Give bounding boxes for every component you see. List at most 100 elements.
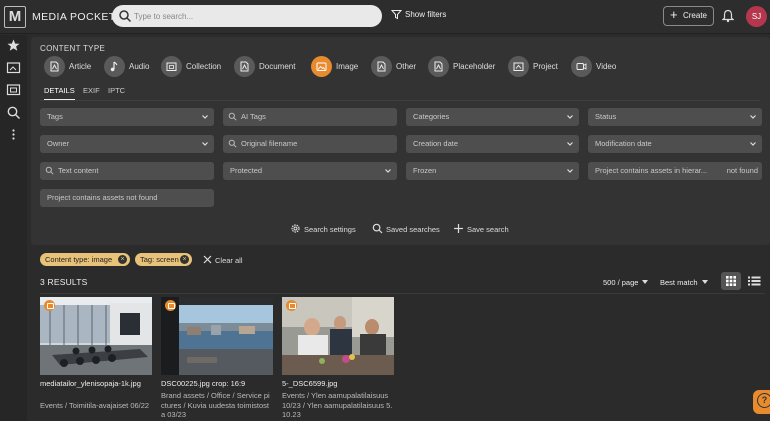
modification-date-placeholder: Modification date xyxy=(595,139,652,148)
close-icon[interactable]: × xyxy=(180,255,189,264)
chevron-down-icon xyxy=(202,115,208,119)
image-icon xyxy=(311,56,332,77)
create-button[interactable]: + Create xyxy=(663,6,714,26)
card-path: Events / Ylen aamupalatilaisuus 10/23 / … xyxy=(282,391,393,419)
audio-icon xyxy=(104,56,125,77)
chevron-down-icon xyxy=(750,115,756,119)
grid-view-button[interactable] xyxy=(721,272,741,290)
more-vertical-icon[interactable] xyxy=(6,127,21,142)
modification-date-select[interactable]: Modification date xyxy=(588,135,762,153)
save-search-button[interactable]: Save search xyxy=(453,223,509,234)
filter-chip[interactable]: Content type: image × xyxy=(40,253,130,266)
original-filename-placeholder: Original filename xyxy=(241,139,298,148)
content-type-label: Collection xyxy=(186,62,222,71)
folder-icon[interactable] xyxy=(6,60,21,75)
content-type-label: Document xyxy=(259,62,296,71)
original-filename-input[interactable]: Original filename xyxy=(223,135,397,153)
filter-chip[interactable]: Tag: screen × xyxy=(135,253,192,266)
plus-icon xyxy=(454,224,463,233)
image-type-badge-icon xyxy=(44,300,55,311)
image-type-badge-icon xyxy=(165,300,176,311)
show-filters-button[interactable]: Show filters xyxy=(390,9,447,20)
project-not-found-label: Project contains assets not found xyxy=(47,193,158,202)
frozen-select[interactable]: Frozen xyxy=(406,162,579,180)
save-search-label: Save search xyxy=(467,225,509,234)
text-content-input[interactable]: Text content xyxy=(40,162,214,180)
clear-all-label: Clear all xyxy=(215,256,243,265)
left-rail xyxy=(0,35,27,421)
project-not-found-field[interactable]: Project contains assets not found xyxy=(40,189,214,207)
filter-chip-label: Tag: screen xyxy=(140,255,179,264)
collections-icon[interactable] xyxy=(6,82,21,97)
app-title: MEDIA POCKET xyxy=(32,11,116,23)
categories-select[interactable]: Categories xyxy=(406,108,579,126)
placeholder-icon xyxy=(428,56,449,77)
create-label: Create xyxy=(682,11,707,20)
content-type-heading: CONTENT TYPE xyxy=(40,44,106,53)
event-people-image xyxy=(282,297,394,375)
tags-select[interactable]: Tags xyxy=(40,108,214,126)
image-type-badge-icon xyxy=(286,300,297,311)
content-type-label: Other xyxy=(396,62,417,71)
search-settings-label: Search settings xyxy=(304,225,356,234)
tab-details[interactable]: DETAILS xyxy=(44,86,75,100)
caret-down-icon xyxy=(701,280,708,284)
project-icon xyxy=(508,56,529,77)
tab-iptc[interactable]: IPTC xyxy=(108,86,125,95)
harbor-city-view-image xyxy=(161,297,273,375)
content-type-label: Project xyxy=(533,62,558,71)
categories-placeholder: Categories xyxy=(413,112,450,121)
creation-date-select[interactable]: Creation date xyxy=(406,135,579,153)
bell-icon[interactable] xyxy=(722,9,734,23)
tabs-divider xyxy=(40,100,760,101)
collection-icon xyxy=(161,56,182,77)
star-icon[interactable] xyxy=(6,38,21,53)
search-nav-icon[interactable] xyxy=(6,105,21,120)
tags-placeholder: Tags xyxy=(47,112,63,121)
card-filename[interactable]: 5-_DSC6599.jpg xyxy=(282,379,394,389)
ai-tags-input[interactable]: AI Tags xyxy=(223,108,397,126)
results-divider xyxy=(40,293,765,294)
thumbnail[interactable] xyxy=(40,297,152,375)
app-logo[interactable]: M xyxy=(4,6,26,28)
project-hierarchy-value: not found xyxy=(726,166,758,175)
caret-down-icon xyxy=(642,280,649,284)
project-hierarchy-field[interactable]: Project contains assets in hierar... not… xyxy=(588,162,762,180)
gear-icon xyxy=(291,224,300,233)
search-icon xyxy=(119,10,132,23)
close-icon[interactable]: × xyxy=(118,255,127,264)
card-filename[interactable]: DSC00225.jpg crop: 16:9 xyxy=(161,379,273,389)
video-icon xyxy=(571,56,592,77)
owner-placeholder: Owner xyxy=(47,139,70,148)
saved-searches-button[interactable]: Saved searches xyxy=(372,223,440,234)
show-filters-label: Show filters xyxy=(405,10,447,19)
article-icon xyxy=(44,56,65,77)
chevron-down-icon xyxy=(567,142,573,146)
list-view-button[interactable] xyxy=(744,272,764,290)
search-bar[interactable] xyxy=(112,5,382,27)
tab-exif[interactable]: EXIF xyxy=(83,86,100,95)
card-path: Brand assets / Office / Service pictures… xyxy=(161,391,270,419)
per-page-value: 500 / page xyxy=(603,278,639,287)
protected-select[interactable]: Protected xyxy=(223,162,397,180)
search-settings-button[interactable]: Search settings xyxy=(290,223,356,234)
thumbnail[interactable] xyxy=(282,297,394,375)
per-page-select[interactable]: 500 / page xyxy=(603,278,649,287)
results-count: 3 RESULTS xyxy=(40,277,88,287)
thumbnail[interactable] xyxy=(161,297,273,375)
search-icon xyxy=(372,223,383,234)
ai-tags-placeholder: AI Tags xyxy=(241,112,266,121)
content-type-label: Image xyxy=(336,62,359,71)
owner-select[interactable]: Owner xyxy=(40,135,214,153)
project-hierarchy-label: Project contains assets in hierar... xyxy=(595,166,708,175)
sort-select[interactable]: Best match xyxy=(660,278,708,287)
frozen-placeholder: Frozen xyxy=(413,166,437,175)
card-filename[interactable]: mediatailor_ylenisopaja-1k.jpg xyxy=(40,379,152,389)
avatar[interactable]: SJ xyxy=(746,6,767,27)
search-input[interactable] xyxy=(134,8,374,24)
clear-all-button[interactable]: Clear all xyxy=(203,255,243,265)
status-select[interactable]: Status xyxy=(588,108,762,126)
help-button[interactable] xyxy=(753,390,770,414)
search-icon xyxy=(228,139,237,148)
filter-icon xyxy=(390,10,403,20)
